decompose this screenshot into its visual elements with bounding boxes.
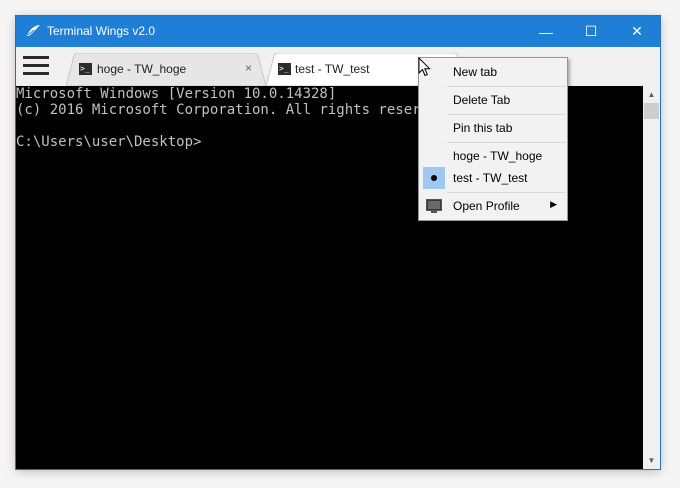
profile-monitor-icon [426, 199, 442, 213]
menu-separator [447, 86, 565, 87]
context-menu: New tab Delete Tab Pin this tab hoge - T… [418, 57, 568, 221]
menu-separator [447, 114, 565, 115]
bullet-icon [431, 175, 437, 181]
submenu-arrow-icon: ▶ [550, 199, 557, 209]
terminal-prompt: C:\Users\user\Desktop> [16, 134, 202, 150]
menu-item-tab-hoge[interactable]: hoge - TW_hoge [421, 145, 565, 167]
menu-item-open-profile[interactable]: Open Profile ▶ [421, 195, 565, 217]
minimize-button[interactable]: — [523, 16, 569, 47]
menu-item-label: Open Profile [453, 199, 520, 213]
tab-hoge[interactable]: >_ hoge - TW_hoge × [66, 53, 266, 86]
menu-item-label: Delete Tab [453, 93, 511, 107]
terminal-icon: >_ [278, 63, 291, 75]
title-bar[interactable]: Terminal Wings v2.0 — ☐ ✕ [16, 16, 660, 47]
app-wing-icon [27, 25, 40, 36]
maximize-button[interactable]: ☐ [568, 16, 614, 47]
mouse-pointer-icon [418, 57, 431, 77]
vertical-scrollbar[interactable]: ▲ ▼ [643, 86, 660, 469]
terminal-line: Microsoft Windows [Version 10.0.14328] [16, 86, 337, 102]
window-title: Terminal Wings v2.0 [47, 24, 156, 38]
menu-separator [447, 142, 565, 143]
menu-item-label: hoge - TW_hoge [453, 149, 543, 163]
menu-item-new-tab[interactable]: New tab [421, 61, 565, 83]
scroll-up-arrow-icon[interactable]: ▲ [643, 86, 660, 103]
tab-label: test - TW_test [295, 62, 370, 76]
terminal-line: (c) 2016 Microsoft Corporation. All righ… [16, 102, 455, 118]
menu-item-label: test - TW_test [453, 171, 528, 185]
menu-item-pin-tab[interactable]: Pin this tab [421, 117, 565, 139]
menu-item-tab-test[interactable]: test - TW_test [421, 167, 565, 189]
hamburger-menu-icon[interactable] [23, 56, 49, 75]
menu-item-delete-tab[interactable]: Delete Tab [421, 89, 565, 111]
terminal-icon: >_ [79, 63, 92, 75]
tab-label: hoge - TW_hoge [97, 62, 187, 76]
close-button[interactable]: ✕ [614, 16, 660, 47]
menu-item-label: New tab [453, 65, 498, 79]
scroll-down-arrow-icon[interactable]: ▼ [643, 452, 660, 469]
menu-item-label: Pin this tab [453, 121, 513, 135]
tab-close-button[interactable]: × [245, 61, 252, 75]
scroll-thumb[interactable] [644, 103, 659, 119]
selected-indicator [423, 167, 445, 189]
menu-separator [447, 192, 565, 193]
